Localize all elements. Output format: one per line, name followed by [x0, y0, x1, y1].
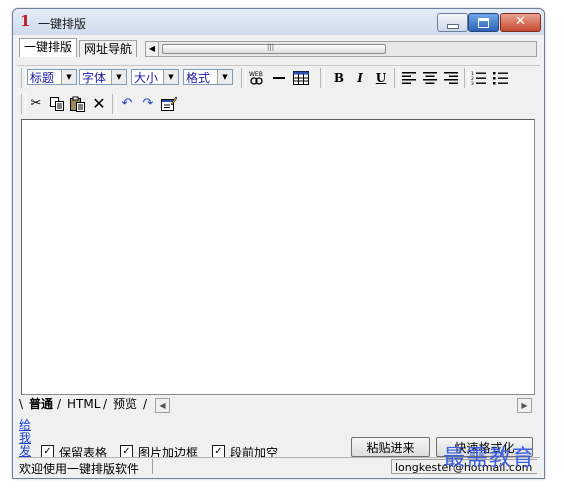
bold-button[interactable]: B [330, 68, 348, 88]
app-logo-number: 1 [20, 12, 31, 30]
tab-normal[interactable]: 普通 [29, 397, 53, 412]
toolbar-separator [241, 68, 246, 88]
toolbar-separator [112, 94, 117, 114]
toolbar-separator [320, 68, 325, 88]
maximize-button[interactable] [468, 13, 499, 32]
tab-layout[interactable]: 一键排版 [19, 38, 78, 57]
tab-divider: / [103, 397, 108, 411]
numbered-list-icon[interactable]: 123 [470, 68, 488, 88]
tab-divider: / [57, 397, 62, 411]
minimize-button[interactable] [437, 13, 468, 32]
tab-strip: 一键排版 网址导航 ◀ ||| [17, 37, 540, 57]
copy-icon[interactable] [48, 94, 66, 114]
toolbar-grip[interactable] [21, 68, 26, 88]
cut-icon[interactable]: ✂ [27, 94, 45, 114]
chevron-down-icon: ▼ [61, 70, 76, 84]
paste-icon[interactable] [69, 94, 87, 114]
tab-divider: / [143, 397, 148, 411]
chevron-down-icon: ▼ [111, 70, 126, 84]
edit-note-icon[interactable] [160, 94, 178, 114]
align-center-icon[interactable] [421, 68, 439, 88]
delete-icon[interactable]: ✕ [90, 94, 108, 114]
web-link-icon[interactable]: WEB [248, 68, 266, 88]
scroll-thumb[interactable]: ||| [162, 43, 386, 54]
size-select-value: 大小 [134, 71, 159, 85]
svg-text:3: 3 [471, 81, 474, 85]
heading-select-value: 标题 [30, 71, 55, 85]
tab-html[interactable]: HTML [67, 397, 100, 412]
undo-icon[interactable]: ↶ [118, 94, 136, 114]
watermark-logo: 最需教育 [443, 446, 536, 471]
chevron-down-icon: ▼ [163, 70, 178, 84]
editor-area[interactable] [21, 119, 535, 395]
close-icon: ✕ [515, 14, 526, 29]
grip-icon: ||| [267, 43, 275, 51]
status-divider [152, 459, 153, 474]
heading-select[interactable]: 标题 ▼ [27, 69, 77, 85]
toolbar-separator [394, 68, 399, 88]
window-title: 一键排版 [38, 17, 87, 31]
tab-divider: \ [19, 397, 24, 411]
toolbar-separator [464, 68, 469, 88]
tab-scrollbar[interactable]: ◀ ||| [145, 41, 537, 57]
scroll-left-arrow-icon[interactable]: ◀ [146, 42, 159, 56]
tab-preview[interactable]: 预览 [113, 397, 137, 412]
toolbar-grip[interactable] [21, 94, 26, 114]
format-select[interactable]: 格式 ▼ [183, 69, 233, 85]
title-bar[interactable]: 1 一键排版 ✕ [13, 9, 544, 35]
tab-nav[interactable]: 网址导航 [79, 40, 138, 57]
paste-in-button[interactable]: 粘贴进来 [351, 437, 430, 457]
align-right-icon[interactable] [442, 68, 460, 88]
scroll-left-arrow-icon[interactable]: ◀ [155, 398, 170, 413]
font-select-value: 字体 [82, 71, 107, 85]
feedback-link[interactable]: 给我发 [19, 419, 32, 458]
status-message: 欢迎使用一键排版软件 [19, 462, 140, 476]
underline-button[interactable]: U [372, 68, 390, 88]
size-select[interactable]: 大小 ▼ [131, 69, 179, 85]
close-button[interactable]: ✕ [500, 13, 541, 32]
table-icon[interactable] [292, 68, 310, 88]
horizontal-rule-icon[interactable] [270, 68, 288, 88]
italic-button[interactable]: I [351, 68, 369, 88]
mode-tabs: \ 普通 / HTML / 预览 / ◀ ▶ [17, 397, 540, 413]
format-select-value: 格式 [186, 71, 211, 85]
window-body: 一键排版 网址导航 ◀ ||| 标题 ▼ 字体 ▼ 大小 ▼ 格式 ▼ WEB … [17, 35, 540, 476]
chevron-down-icon: ▼ [217, 70, 232, 84]
bullet-list-icon[interactable] [492, 68, 510, 88]
minimize-icon [447, 24, 459, 29]
font-select[interactable]: 字体 ▼ [79, 69, 127, 85]
svg-text:WEB: WEB [249, 71, 263, 78]
redo-icon[interactable]: ↷ [139, 94, 157, 114]
align-left-icon[interactable] [400, 68, 418, 88]
scroll-right-arrow-icon[interactable]: ▶ [517, 398, 532, 413]
format-toolbar: 标题 ▼ 字体 ▼ 大小 ▼ 格式 ▼ WEB B I U 1 2 3 [17, 65, 540, 91]
maximize-icon [478, 18, 489, 28]
edit-toolbar: ✂ ✕ ↶ ↷ [17, 92, 540, 117]
app-window: 1 一键排版 ✕ 一键排版 网址导航 ◀ ||| 标题 ▼ 字体 ▼ 大小 ▼ … [12, 8, 545, 479]
